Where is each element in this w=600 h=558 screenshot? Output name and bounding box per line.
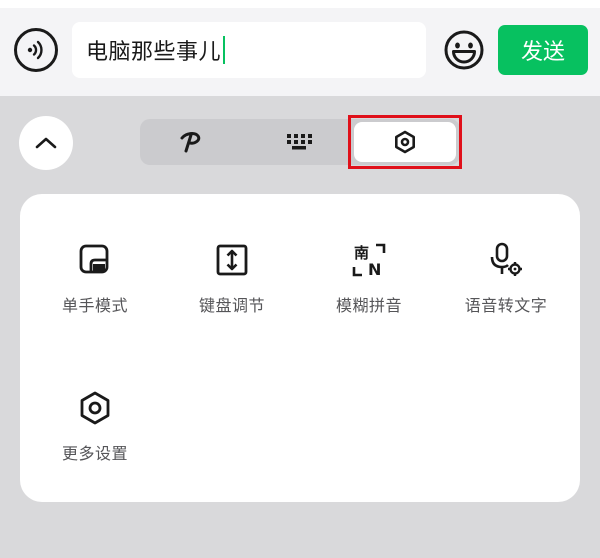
quick-settings-panel: 单手模式 键盘调节 南 N 模糊拼音 语音转文字 更多设置 (20, 194, 580, 502)
handwriting-icon (180, 132, 201, 153)
one-hand-mode-icon (75, 240, 115, 280)
voice-input-icon (27, 40, 43, 60)
voice-to-text-item[interactable]: 语音转文字 (436, 240, 576, 340)
input-bar: 电脑那些事儿 发送 (0, 0, 600, 96)
fuzzy-pinyin-label: 模糊拼音 (335, 296, 402, 315)
one-hand-mode-label: 单手模式 (61, 296, 128, 315)
chevron-up-icon (35, 137, 57, 149)
keyboard-resize-label: 键盘调节 (198, 296, 265, 315)
message-input[interactable]: 电脑那些事儿 (72, 22, 426, 78)
fuzzy-pinyin-glyph-top: 南 (354, 244, 369, 262)
tab-settings[interactable] (354, 122, 456, 162)
fuzzy-pinyin-item[interactable]: 南 N 模糊拼音 (299, 240, 439, 340)
voice-input-button[interactable] (14, 28, 58, 72)
more-settings-label: 更多设置 (61, 444, 128, 463)
keyboard-resize-icon (212, 240, 252, 280)
more-settings-item[interactable]: 更多设置 (25, 388, 165, 488)
voice-to-text-label: 语音转文字 (464, 296, 548, 315)
keyboard-icon (287, 134, 312, 150)
more-settings-icon (75, 388, 115, 428)
send-button[interactable]: 发送 (498, 25, 588, 75)
keyboard-mode-tabs (140, 119, 460, 165)
message-input-text: 电脑那些事儿 (86, 40, 222, 65)
settings-hexagon-icon (394, 130, 416, 154)
tab-keyboard[interactable] (246, 119, 352, 165)
tab-handwriting[interactable] (140, 119, 246, 165)
keyboard-resize-item[interactable]: 键盘调节 (162, 240, 302, 340)
voice-to-text-icon (486, 240, 526, 280)
emoji-button[interactable] (442, 28, 486, 72)
text-caret (223, 36, 226, 64)
one-hand-mode-item[interactable]: 单手模式 (25, 240, 165, 340)
collapse-button[interactable] (19, 116, 73, 170)
fuzzy-pinyin-glyph-bottom: N (368, 260, 381, 279)
fuzzy-pinyin-icon: 南 N (349, 240, 389, 280)
emoji-smile-icon (444, 30, 484, 70)
